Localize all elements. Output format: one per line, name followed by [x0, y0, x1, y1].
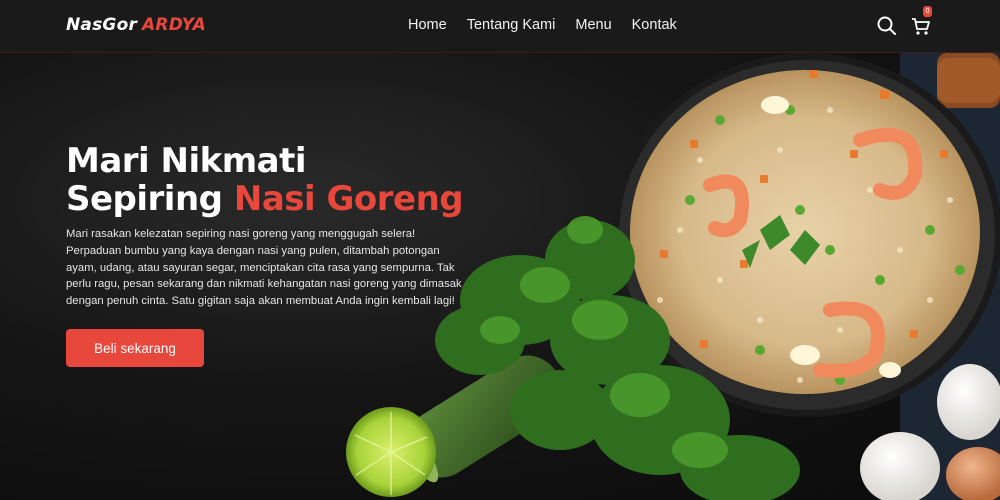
- logo-text-primary: NasGor: [66, 15, 138, 35]
- nav-menu: Home Tentang Kami Menu Kontak: [408, 17, 677, 33]
- hero-title-line2: Sepiring Nasi Goreng: [66, 180, 466, 218]
- hero-title-accent: Nasi Goreng: [233, 179, 464, 219]
- logo-text-accent: ARDYA: [142, 15, 206, 35]
- cart-count-badge: 0: [923, 6, 932, 17]
- cart-icon[interactable]: 0: [910, 6, 932, 37]
- hero-description: Mari rasakan kelezatan sepiring nasi gor…: [66, 228, 462, 308]
- nav-link-tentang-kami[interactable]: Tentang Kami: [467, 17, 556, 33]
- buy-now-button[interactable]: Beli sekarang: [66, 329, 204, 367]
- nav-link-kontak[interactable]: Kontak: [632, 17, 677, 33]
- nav-link-home[interactable]: Home: [408, 17, 447, 33]
- hero-title-line1: Mari Nikmati: [66, 141, 307, 181]
- nav-link-menu[interactable]: Menu: [575, 17, 611, 33]
- brand-logo[interactable]: NasGor ARDYA: [66, 15, 206, 35]
- nav-actions: 0: [876, 6, 932, 37]
- search-icon[interactable]: [876, 15, 898, 37]
- hero-title: Mari Nikmati Sepiring Nasi Goreng: [66, 142, 466, 218]
- page: NasGor ARDYA Home Tentang Kami Menu Konta…: [0, 0, 1000, 500]
- navbar: NasGor ARDYA Home Tentang Kami Menu Konta…: [0, 0, 1000, 53]
- hero-title-plain: Sepiring: [66, 179, 223, 219]
- hero-section: Mari Nikmati Sepiring Nasi Goreng Mari r…: [66, 142, 466, 310]
